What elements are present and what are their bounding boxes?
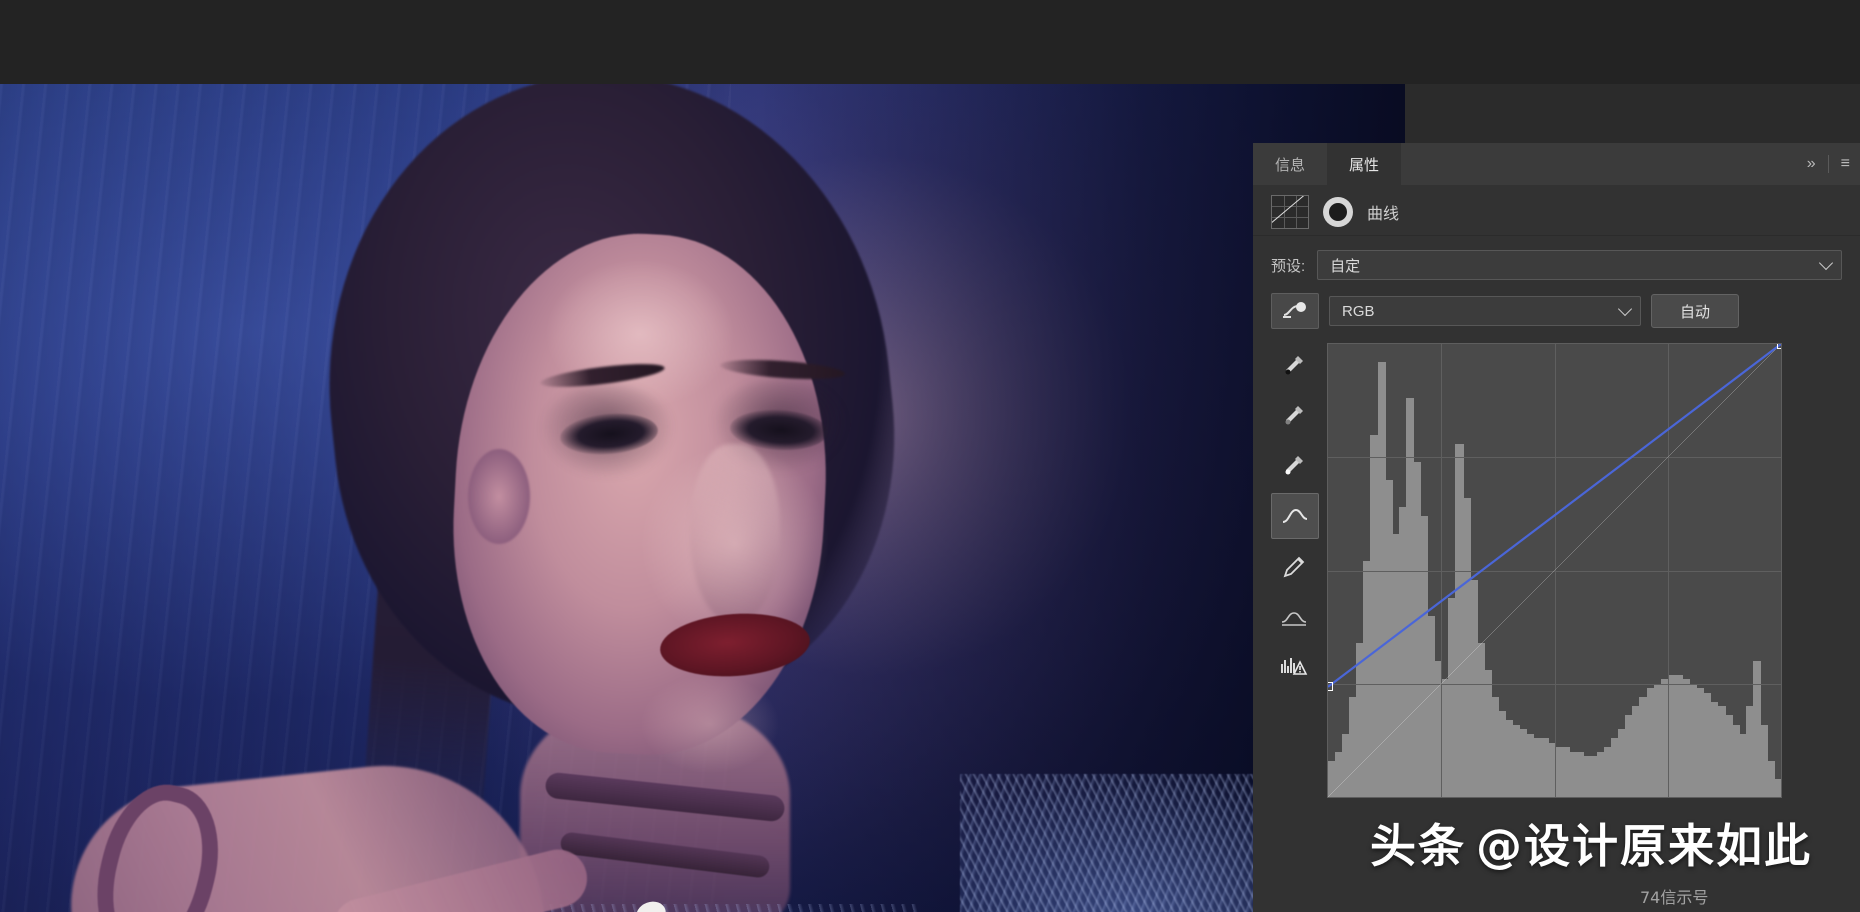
draw-curve-pencil-icon[interactable] xyxy=(1271,545,1317,589)
chin-highlight xyxy=(640,674,780,774)
preset-label: 预设: xyxy=(1271,257,1306,275)
histogram-refresh-warning-icon[interactable] xyxy=(1271,645,1317,689)
rgb-curve-line xyxy=(1328,344,1781,797)
panel-tab-bar: 信息 属性 » ≡ xyxy=(1253,143,1860,185)
curve-editor-area xyxy=(1253,329,1860,798)
smooth-glyph xyxy=(1281,612,1307,626)
tab-info[interactable]: 信息 xyxy=(1253,143,1327,185)
black-point-eyedropper-icon[interactable] xyxy=(1271,343,1317,387)
tab-properties[interactable]: 属性 xyxy=(1327,143,1402,185)
histogram-warning-glyph xyxy=(1281,658,1308,675)
smooth-curve-icon[interactable] xyxy=(1271,595,1317,639)
eyedropper-glyph-gray xyxy=(1285,406,1303,425)
app-root: 信息 属性 » ≡ 曲线 预设: 自定 RGB 自动 头条 @设计原来如此 74… xyxy=(0,0,1860,912)
white-point-eyedropper-icon[interactable] xyxy=(1271,443,1317,487)
panel-tab-controls: » ≡ xyxy=(1807,143,1860,185)
watermark-sub: 74信示号 xyxy=(1640,888,1709,907)
page-title: 曲线 xyxy=(1367,206,1400,223)
on-image-adjust-icon[interactable] xyxy=(1271,293,1319,329)
layer-mask-icon[interactable] xyxy=(1323,197,1353,227)
on-image-adjust-glyph xyxy=(1283,302,1306,318)
gray-point-eyedropper-icon[interactable] xyxy=(1271,393,1317,437)
fur-lower xyxy=(540,904,920,912)
tab-properties-label: 属性 xyxy=(1349,156,1380,174)
watermark-logo: 头条 xyxy=(1370,819,1466,873)
ear xyxy=(468,449,530,544)
preset-row: 预设: 自定 xyxy=(1253,236,1860,280)
panel-header: 曲线 xyxy=(1253,185,1860,236)
curves-graph[interactable] xyxy=(1327,343,1782,798)
curve-tool-column xyxy=(1271,343,1319,798)
watermark: 头条 @设计原来如此 xyxy=(1370,810,1812,876)
curves-adjustment-icon xyxy=(1271,195,1309,229)
eyedropper-glyph-black xyxy=(1285,356,1303,375)
photo-image xyxy=(0,84,1405,912)
tab-divider xyxy=(1827,155,1829,173)
auto-button-label: 自动 xyxy=(1679,303,1710,321)
pencil-glyph xyxy=(1283,556,1305,578)
channel-value: RGB xyxy=(1342,302,1375,320)
watermark-account: @设计原来如此 xyxy=(1476,819,1812,873)
tab-info-label: 信息 xyxy=(1275,156,1306,174)
curve-points-glyph xyxy=(1282,508,1308,523)
channel-select[interactable]: RGB xyxy=(1329,296,1641,326)
top-bar xyxy=(0,0,1860,84)
chevron-down-icon xyxy=(1818,255,1834,271)
curve-control-point-highlight[interactable] xyxy=(1776,344,1781,349)
preset-select[interactable]: 自定 xyxy=(1317,250,1842,280)
chevron-down-icon xyxy=(1617,301,1633,317)
properties-panel: 信息 属性 » ≡ 曲线 预设: 自定 RGB 自动 xyxy=(1253,143,1860,912)
collapse-icon[interactable]: » xyxy=(1807,155,1816,173)
curve-control-point-shadow[interactable] xyxy=(1328,682,1333,692)
channel-row: RGB 自动 xyxy=(1253,280,1860,329)
preset-value: 自定 xyxy=(1330,257,1361,275)
eyedropper-glyph-white xyxy=(1285,456,1303,475)
image-canvas[interactable] xyxy=(0,84,1405,912)
panel-menu-icon[interactable]: ≡ xyxy=(1841,155,1850,173)
edit-points-curve-icon[interactable] xyxy=(1271,493,1319,539)
auto-button[interactable]: 自动 xyxy=(1651,294,1739,328)
